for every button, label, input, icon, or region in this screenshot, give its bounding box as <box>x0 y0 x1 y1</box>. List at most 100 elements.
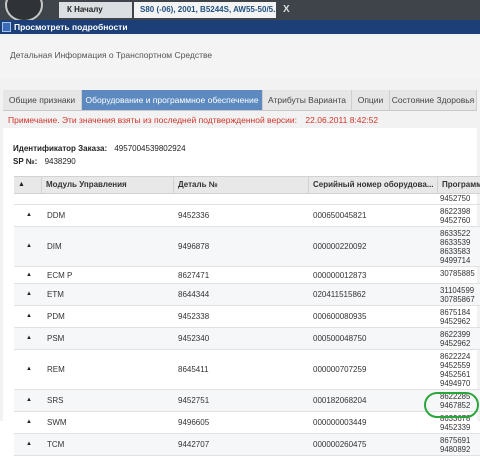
column-header-programs[interactable]: Программ <box>438 177 480 193</box>
program-number: 8622224 <box>440 352 471 361</box>
cell-serial: 000500048750 <box>313 334 367 343</box>
program-number: 9452962 <box>440 339 471 348</box>
program-number: 9452559 <box>440 361 471 370</box>
cell-module: ETM <box>47 290 64 299</box>
program-number: 9452561 <box>440 370 471 379</box>
table-row[interactable]: ▲ ETM 8644344 020411515862 31104599 30785867 <box>14 284 480 306</box>
program-number: 9452962 <box>440 317 471 326</box>
cell-serial: 020411515862 <box>313 290 366 299</box>
table-row[interactable]: ▲ PDM 9452338 000600080935 8675184 9452962 <box>14 306 480 328</box>
program-number: 8633539 <box>440 238 471 247</box>
cell-part: 8627471 <box>178 271 210 280</box>
table-row[interactable]: ▲ TCM 9442707 000000260475 8675691 9480892 <box>14 434 480 456</box>
order-id-value: 4957004539802924 <box>114 144 186 153</box>
order-id: Идентификатор Заказа: 4957004539802924 <box>13 144 186 153</box>
cell-module: PSM <box>47 334 65 343</box>
details-tabs: Общие признаки Оборудование и программно… <box>3 90 477 111</box>
top-tab-bar: К Началу S80 (-06), 2001, B5244S, AW55-5… <box>0 0 480 22</box>
cell-part: 8644344 <box>178 290 210 299</box>
cell-serial: 000000012873 <box>313 271 367 280</box>
cell-serial: 000182068204 <box>313 396 367 405</box>
cell-part: 9452340 <box>178 334 210 343</box>
cell-part: 9496605 <box>178 418 210 427</box>
expand-row-icon[interactable]: ▲ <box>26 441 32 447</box>
sp-number: SP №: 9438290 <box>13 157 76 166</box>
column-header-serial[interactable]: Серийный номер оборудова... <box>309 177 438 193</box>
expand-row-icon[interactable]: ▲ <box>26 335 32 341</box>
vehicle-tab[interactable]: S80 (-06), 2001, B5244S, AW55-50/5... <box>134 2 276 18</box>
program-number: 9499714 <box>440 256 471 265</box>
table-row[interactable]: ▲ REM 8645411 000000707259 8622224 9452559 945… <box>14 350 480 390</box>
cell-module: DIM <box>47 242 62 251</box>
cell-serial: 000000707259 <box>313 365 367 374</box>
tab-hardware-software[interactable]: Оборудование и программное обеспечение <box>82 90 263 110</box>
cell-part: 9452751 <box>178 396 210 405</box>
cell-part: 9496878 <box>178 242 210 251</box>
table-row-partial: 9452750 <box>14 193 480 205</box>
program-number: 8622399 <box>440 330 471 339</box>
cell-module: SRS <box>47 396 64 405</box>
table-row[interactable]: ▲ SWM 9496605 000000003449 8633678 9452339 <box>14 412 480 434</box>
home-tab[interactable]: К Началу <box>59 2 132 18</box>
app-logo-icon <box>5 0 43 22</box>
expand-all-column[interactable]: ▲ <box>14 177 42 193</box>
window-title: Просмотреть подробности <box>14 22 128 32</box>
expand-row-icon[interactable]: ▲ <box>26 291 32 297</box>
program-number: 9480892 <box>440 445 471 454</box>
section-title: Детальная Информация о Транспортном Сред… <box>10 50 213 60</box>
cell-module: REM <box>47 365 65 374</box>
program-number: 30785867 <box>440 295 475 304</box>
cell-serial: 000000003449 <box>313 418 367 427</box>
tab-variant-attributes[interactable]: Атрибуты Варианта <box>263 90 352 110</box>
cell-serial: 000600080935 <box>313 312 367 321</box>
program-number: 9452750 <box>440 194 471 203</box>
program-number: 8622398 <box>440 207 471 216</box>
table-row[interactable]: ▲ ECM P 8627471 000000012873 30785885 <box>14 267 480 284</box>
cell-part: 9452338 <box>178 312 210 321</box>
program-number: 31104599 <box>440 286 475 295</box>
cell-part: 9442707 <box>178 440 210 449</box>
table-row[interactable]: ▲ DIM 9496878 000000220092 8633522 8633539 863… <box>14 227 480 267</box>
version-note-label: Примечание. Эти значения взяты из послед… <box>8 115 298 125</box>
expand-row-icon[interactable]: ▲ <box>26 366 32 372</box>
expand-all-icon[interactable]: ▲ <box>18 177 25 193</box>
cell-serial: 000000220092 <box>313 242 367 251</box>
tab-general[interactable]: Общие признаки <box>3 90 82 110</box>
table-row[interactable]: ▲ SRS 9452751 000182068204 8622285 9467852 <box>14 390 480 412</box>
program-number: 8675691 <box>440 436 471 445</box>
tab-options[interactable]: Опции <box>352 90 390 110</box>
cell-module: SWM <box>47 418 67 427</box>
version-note: Примечание. Эти значения взяты из послед… <box>8 115 378 125</box>
tab-health-status[interactable]: Состояние Здоровья <box>390 90 477 110</box>
section-header: Детальная Информация о Транспортном Сред… <box>0 36 480 78</box>
program-number: 8633522 <box>440 229 471 238</box>
cell-part: 9452336 <box>178 211 210 220</box>
program-number: 9494970 <box>440 379 471 388</box>
cell-module: TCM <box>47 440 65 449</box>
cell-serial: 000000260475 <box>313 440 367 449</box>
version-note-date: 22.06.2011 8:42:52 <box>305 115 379 125</box>
cell-module: ECM P <box>47 271 73 280</box>
column-header-part[interactable]: Деталь № <box>174 177 309 193</box>
program-number: 8675184 <box>440 308 471 317</box>
expand-row-icon[interactable]: ▲ <box>26 313 32 319</box>
expand-row-icon[interactable]: ▲ <box>26 272 32 278</box>
cell-module: PDM <box>47 312 65 321</box>
expand-row-icon[interactable]: ▲ <box>26 419 32 425</box>
sp-number-label: SP №: <box>13 157 38 166</box>
program-number: 9452760 <box>440 216 471 225</box>
highlight-circle <box>424 392 479 418</box>
table-row[interactable]: ▲ PSM 9452340 000500048750 8622399 9452962 <box>14 328 480 350</box>
table-row[interactable]: ▲ DDM 9452336 000650045821 8622398 9452760 <box>14 205 480 227</box>
program-number: 8633583 <box>440 247 471 256</box>
expand-row-icon[interactable]: ▲ <box>26 397 32 403</box>
cell-module: DDM <box>47 211 66 220</box>
window-title-bar: Просмотреть подробности <box>0 20 480 34</box>
cell-serial: 000650045821 <box>313 211 367 220</box>
expand-row-icon[interactable]: ▲ <box>26 212 32 218</box>
program-number: 9452339 <box>440 423 471 432</box>
close-tab-icon[interactable]: X <box>283 2 290 18</box>
expand-row-icon[interactable]: ▲ <box>26 243 32 249</box>
column-header-module[interactable]: Модуль Управления <box>42 177 174 193</box>
order-id-label: Идентификатор Заказа: <box>13 144 108 153</box>
